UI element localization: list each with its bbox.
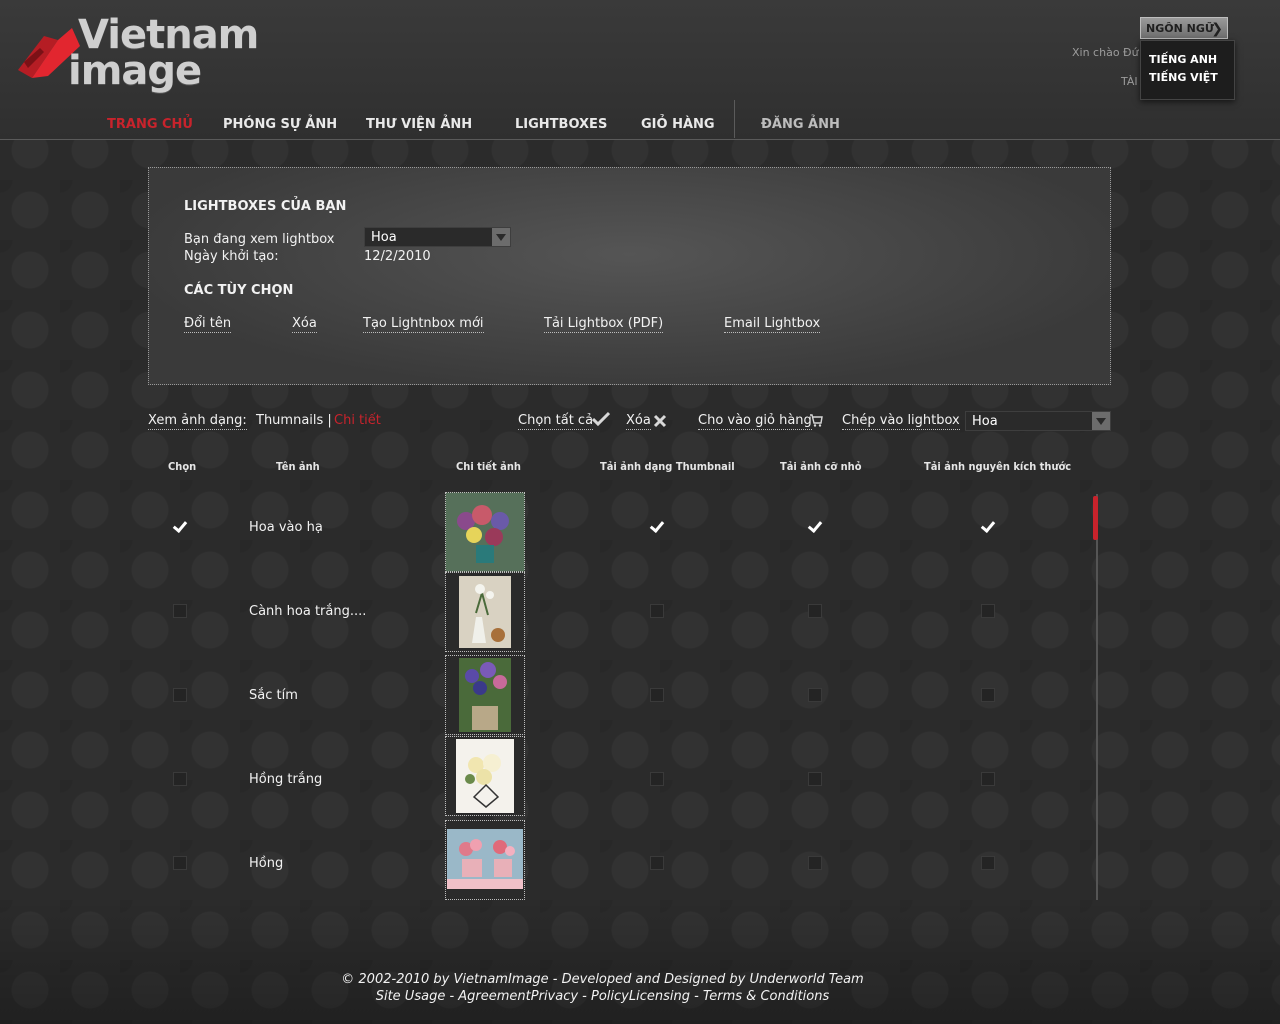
delete-selected-link[interactable]: Xóa [626,413,651,430]
download-full-checkbox[interactable] [981,856,995,870]
close-icon[interactable] [653,414,667,428]
lightbox-panel: LIGHTBOXES CỦA BẠN Bạn đang xem lightbox… [148,167,1111,385]
photo-name: Hồng trắng [249,772,323,787]
download-full-checkbox[interactable] [981,520,995,534]
add-to-cart-link[interactable]: Cho vào giỏ hàng [698,413,812,430]
email-lightbox-link[interactable]: Email Lightbox [724,316,821,333]
photo-name: Sắc tím [249,688,298,703]
photo-thumbnail[interactable] [445,492,525,572]
row-select-checkbox[interactable] [173,688,187,702]
target-lightbox-value: Hoa [972,414,998,429]
copy-to-lightbox-link[interactable]: Chép vào lightbox [842,413,960,430]
photo-name: Cành hoa trắng.... [249,604,367,619]
download-small-checkbox[interactable] [808,688,822,702]
download-small-checkbox[interactable] [808,856,822,870]
account-label[interactable]: TÀI [1121,75,1138,88]
download-pdf-link[interactable]: Tải Lightbox (PDF) [544,316,664,333]
scrollbar-thumb[interactable] [1093,496,1098,540]
language-option-english[interactable]: TIẾNG ANH [1149,53,1217,66]
photo-thumbnail[interactable] [445,572,525,652]
header-name: Tên ảnh [276,460,320,473]
language-button[interactable]: NGÔN NGỮ ❯ [1140,17,1228,39]
header-full: Tải ảnh nguyên kích thước [924,460,1072,473]
panel-title: LIGHTBOXES CỦA BẠN [184,199,347,214]
language-option-vietnamese[interactable]: TIẾNG VIỆT [1149,71,1218,84]
row-select-checkbox[interactable] [173,520,187,534]
created-label: Ngày khởi tạo: [184,249,279,264]
viewing-label: Bạn đang xem lightbox [184,232,335,247]
photo-thumbnail[interactable] [445,736,525,816]
nav-lightboxes[interactable]: LIGHTBOXES [515,117,607,132]
footer-links[interactable]: Site Usage - AgreementPrivacy - PolicyLi… [0,989,1205,1004]
nav-cart[interactable]: GIỎ HÀNG [641,117,715,132]
cart-icon[interactable] [809,414,823,427]
view-thumbnails-link[interactable]: Thumnails | [256,413,332,428]
row-select-checkbox[interactable] [173,772,187,786]
background-pattern [0,0,1280,1024]
download-small-checkbox[interactable] [808,520,822,534]
download-thumbnail-checkbox[interactable] [650,604,664,618]
options-title: CÁC TÙY CHỌN [184,283,294,298]
view-detail-link[interactable]: Chi tiết [334,413,381,428]
chevron-right-icon: ❯ [1211,21,1223,37]
download-thumbnail-checkbox[interactable] [650,772,664,786]
checkmark-icon[interactable] [592,411,610,427]
target-lightbox-select[interactable]: Hoa [965,411,1111,431]
rename-link[interactable]: Đổi tên [184,316,232,333]
select-all-link[interactable]: Chọn tất cả [518,413,594,430]
dropdown-arrow-icon [1092,412,1110,430]
download-small-checkbox[interactable] [808,772,822,786]
download-small-checkbox[interactable] [808,604,822,618]
view-mode-label: Xem ảnh dạng: [148,413,247,430]
row-select-checkbox[interactable] [173,604,187,618]
created-date: 12/2/2010 [364,249,431,264]
nav-photo-library[interactable]: THƯ VIỆN ẢNH [366,117,472,132]
download-full-checkbox[interactable] [981,688,995,702]
photo-name: Hồng [249,856,284,871]
language-button-label: NGÔN NGỮ [1146,22,1215,35]
nav-divider [734,100,735,138]
photo-name: Hoa vào hạ [249,520,323,535]
new-lightbox-link[interactable]: Tạo Lightnbox mới [363,316,484,333]
nav-upload-photo[interactable]: ĐĂNG ẢNH [761,117,840,132]
header-detail: Chi tiết ảnh [456,460,521,473]
header-small: Tải ảnh cỡ nhỏ [780,460,862,473]
dropdown-arrow-icon [492,228,510,246]
site-logo[interactable]: Vietnam image [14,12,259,94]
scrollbar-track[interactable] [1096,494,1098,900]
download-thumbnail-checkbox[interactable] [650,856,664,870]
photo-thumbnail[interactable] [445,655,525,735]
lower-shade [0,900,1280,1024]
lightbox-select[interactable]: Hoa [364,227,511,247]
greeting-text: Xin chào Đứ [1072,46,1139,59]
header-select: Chọn [168,460,197,473]
download-full-checkbox[interactable] [981,772,995,786]
download-full-checkbox[interactable] [981,604,995,618]
download-thumbnail-checkbox[interactable] [650,520,664,534]
download-thumbnail-checkbox[interactable] [650,688,664,702]
footer-copyright: © 2002-2010 by VietnamImage - Developed … [341,972,864,987]
language-menu: TIẾNG ANH TIẾNG VIỆT [1140,40,1235,100]
delete-lightbox-link[interactable]: Xóa [292,316,317,333]
lightbox-select-value: Hoa [371,230,397,245]
row-select-checkbox[interactable] [173,856,187,870]
logo-text-bottom: image [68,48,202,94]
photo-thumbnail[interactable] [445,820,525,900]
header-thumbnail: Tải ảnh dạng Thumbnail [600,460,735,473]
nav-home[interactable]: TRANG CHỦ [107,117,193,132]
nav-photo-reports[interactable]: PHÓNG SỰ ẢNH [223,117,337,132]
